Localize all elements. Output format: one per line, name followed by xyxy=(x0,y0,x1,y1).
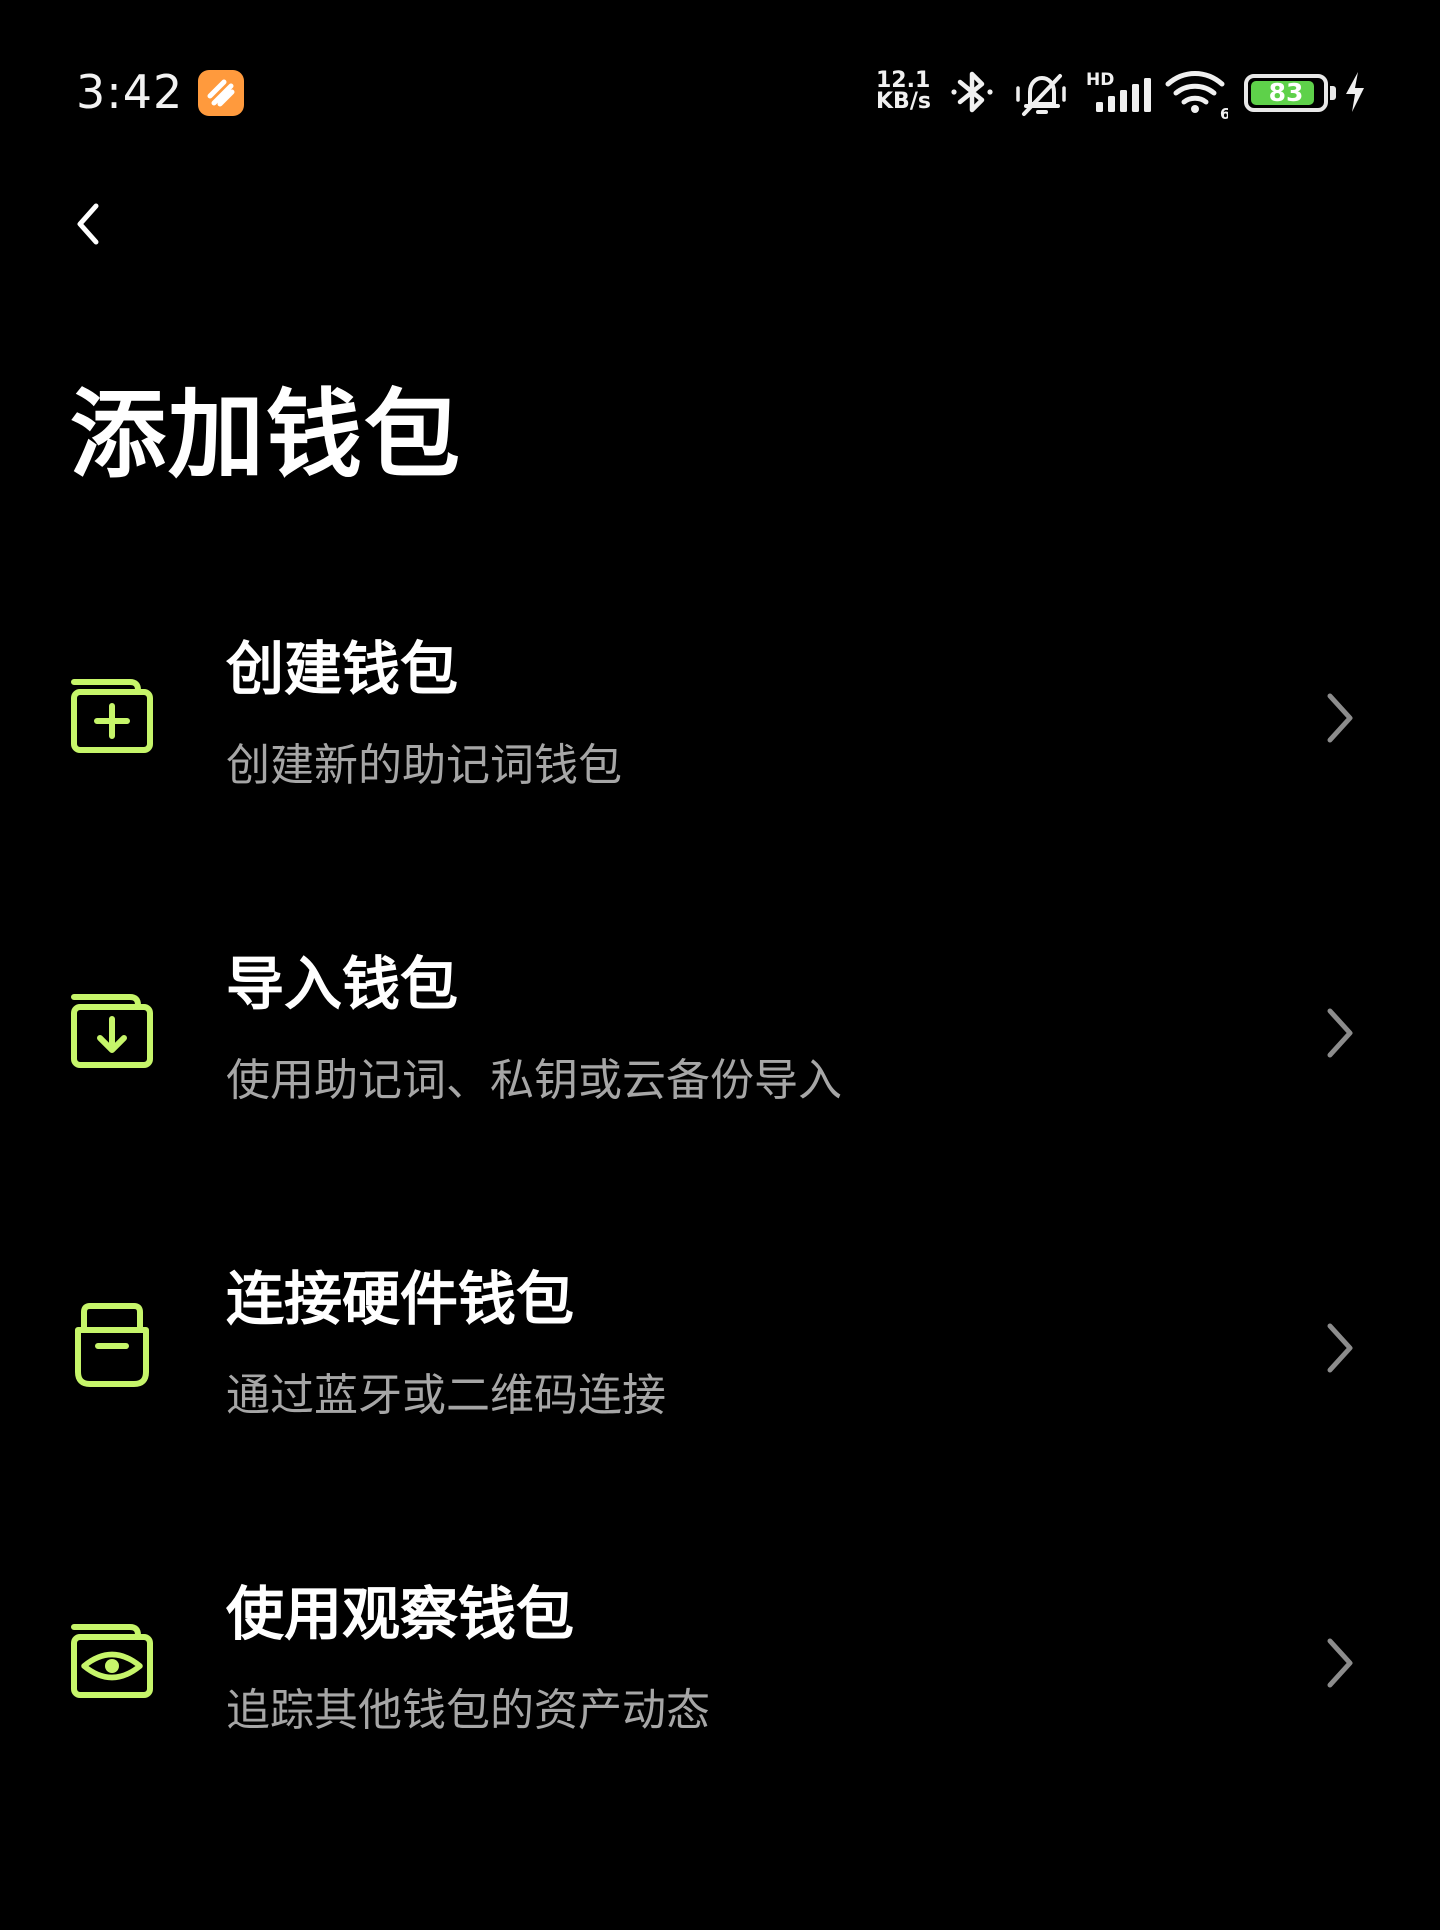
chevron-right-icon xyxy=(1327,1638,1353,1688)
battery-icon: 83 xyxy=(1244,74,1328,112)
option-import-wallet[interactable]: 导入钱包 使用助记词、私钥或云备份导入 xyxy=(0,915,1440,1230)
option-watch-wallet[interactable]: 使用观察钱包 追踪其他钱包的资产动态 xyxy=(0,1545,1440,1860)
app-notification-icon xyxy=(198,70,244,116)
wallet-plus-icon xyxy=(71,679,153,753)
chevron-right-icon xyxy=(1327,693,1353,743)
option-description: 通过蓝牙或二维码连接 xyxy=(226,1370,666,1421)
status-bar: 3:42 12.1 KB/s HD 6 83 xyxy=(0,0,1440,190)
wifi-icon: 6 xyxy=(1165,71,1228,120)
add-wallet-screen: 3:42 12.1 KB/s HD 6 83 添加钱包 创建钱包 创建新的助记词… xyxy=(0,0,1440,1930)
option-title: 使用观察钱包 xyxy=(226,1580,575,1648)
bluetooth-icon xyxy=(951,71,993,113)
cellular-signal-icon xyxy=(1096,78,1151,112)
wallet-option-list: 创建钱包 创建新的助记词钱包 导入钱包 使用助记词、私钥或云备份导入 连接硬件钱… xyxy=(0,600,1440,1860)
hardware-wallet-icon xyxy=(75,1303,149,1387)
network-speed-value: 12.1 xyxy=(876,68,931,93)
battery-terminal xyxy=(1330,86,1336,100)
option-description: 创建新的助记词钱包 xyxy=(226,740,622,791)
option-title: 导入钱包 xyxy=(226,950,459,1018)
option-hardware-wallet[interactable]: 连接硬件钱包 通过蓝牙或二维码连接 xyxy=(0,1230,1440,1545)
wallet-import-icon xyxy=(71,994,153,1068)
eye-icon xyxy=(71,1624,153,1698)
chevron-right-icon xyxy=(1327,1008,1353,1058)
wifi-standard-badge: 6 xyxy=(1220,105,1228,120)
chevron-right-icon xyxy=(1327,1323,1353,1373)
network-speed: 12.1 KB/s xyxy=(876,68,942,114)
chevron-left-icon xyxy=(77,203,99,245)
option-title: 连接硬件钱包 xyxy=(226,1265,575,1333)
option-description: 追踪其他钱包的资产动态 xyxy=(226,1685,710,1736)
option-create-wallet[interactable]: 创建钱包 创建新的助记词钱包 xyxy=(0,600,1440,915)
page-title: 添加钱包 xyxy=(70,379,462,491)
option-description: 使用助记词、私钥或云备份导入 xyxy=(226,1055,842,1106)
battery-level: 83 xyxy=(1268,78,1304,107)
option-title: 创建钱包 xyxy=(226,635,459,703)
back-button[interactable] xyxy=(62,186,132,262)
network-speed-unit: KB/s xyxy=(876,89,931,114)
status-time: 3:42 xyxy=(76,65,184,119)
mute-icon xyxy=(1016,74,1066,116)
charging-icon xyxy=(1346,72,1364,112)
